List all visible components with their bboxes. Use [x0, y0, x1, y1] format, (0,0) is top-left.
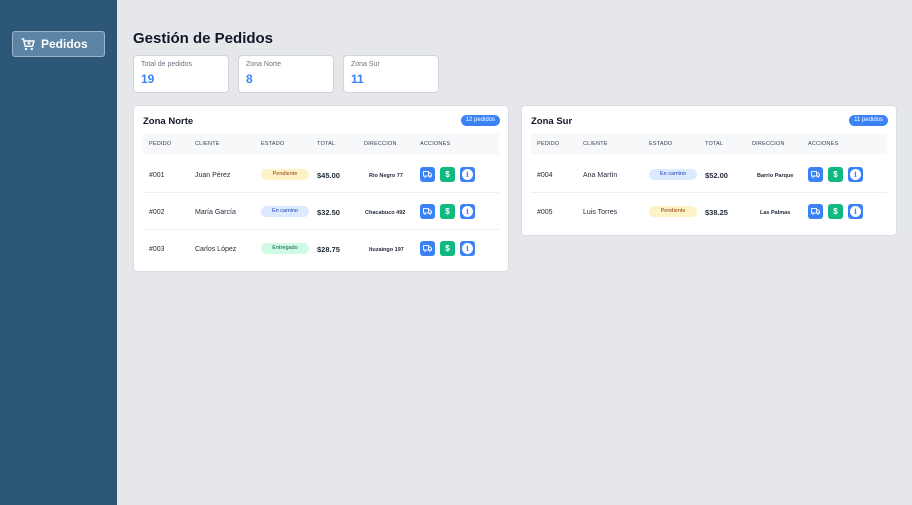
payment-button[interactable]: $ [440, 204, 455, 219]
order-total: $45.00 [317, 171, 340, 180]
table-row: #002 María García En camino $32.50 Chaca… [143, 194, 499, 230]
client-name: Juan Pérez [195, 172, 231, 179]
info-button[interactable]: i [848, 167, 863, 182]
truck-icon [423, 245, 432, 252]
status-badge: En camino [649, 169, 697, 180]
payment-button[interactable]: $ [828, 204, 843, 219]
card-header: Zona Norte 12 pedidos [134, 106, 508, 134]
stat-card-total: Total de pedidos 19 [133, 55, 229, 93]
table-row: #005 Luis Torres Pendiente $38.25 Las Pa… [531, 194, 887, 230]
column-header-acciones: ACCIONES [420, 141, 451, 147]
status-badge: En camino [261, 206, 309, 217]
client-name: Luis Torres [583, 209, 618, 216]
info-icon: i [850, 169, 861, 180]
dispatch-button[interactable] [808, 167, 823, 182]
order-total: $52.00 [705, 171, 728, 180]
card-title: Zona Sur [531, 116, 573, 127]
column-header-total: TOTAL [705, 141, 724, 147]
order-address: Chacabuco 492 [365, 210, 406, 216]
column-header-estado: ESTADO [649, 141, 673, 147]
order-total: $32.50 [317, 208, 340, 217]
truck-icon [811, 208, 820, 215]
dispatch-button[interactable] [808, 204, 823, 219]
order-total: $38.25 [705, 208, 728, 217]
truck-icon [423, 171, 432, 178]
column-header-estado: ESTADO [261, 141, 285, 147]
order-address: Las Palmas [760, 210, 791, 216]
sidebar: Pedidos [0, 0, 117, 505]
info-icon: i [850, 206, 861, 217]
stat-value: 11 [351, 72, 364, 86]
order-address: Barrio Parque [757, 173, 794, 179]
table-header: PEDIDO CLIENTE ESTADO TOTAL DIRECCION AC… [143, 134, 499, 154]
column-header-direccion: DIRECCION [364, 141, 397, 147]
card-title: Zona Norte [143, 116, 194, 127]
dollar-icon: $ [445, 207, 450, 216]
zone-card-sur: Zona Sur 11 pedidos PEDIDO CLIENTE ESTAD… [521, 105, 897, 236]
column-header-total: TOTAL [317, 141, 336, 147]
order-total: $28.75 [317, 245, 340, 254]
info-button[interactable]: i [460, 204, 475, 219]
stat-label: Zona Norte [246, 61, 282, 68]
dollar-icon: $ [445, 170, 450, 179]
card-header: Zona Sur 11 pedidos [522, 106, 896, 134]
client-name: Ana Martín [583, 172, 618, 179]
nav-item-pedidos[interactable]: Pedidos [12, 31, 105, 57]
truck-icon [811, 171, 820, 178]
stat-label: Zona Sur [351, 61, 380, 68]
column-header-cliente: CLIENTE [583, 141, 608, 147]
orders-count-badge: 11 pedidos [849, 115, 888, 126]
dispatch-button[interactable] [420, 204, 435, 219]
stat-value: 19 [141, 72, 155, 86]
order-id: #001 [149, 172, 165, 179]
orders-count-badge: 12 pedidos [460, 115, 500, 126]
zone-card-norte: Zona Norte 12 pedidos PEDIDO CLIENTE EST… [133, 105, 509, 272]
payment-button[interactable]: $ [828, 167, 843, 182]
order-id: #005 [537, 209, 553, 216]
info-icon: i [462, 206, 473, 217]
column-header-cliente: CLIENTE [195, 141, 220, 147]
client-name: María García [195, 209, 236, 216]
info-button[interactable]: i [460, 167, 475, 182]
order-address: Ituzaingo 197 [369, 247, 404, 253]
table-header: PEDIDO CLIENTE ESTADO TOTAL DIRECCION AC… [531, 134, 887, 154]
truck-icon [423, 208, 432, 215]
stat-card-sur: Zona Sur 11 [343, 55, 439, 93]
order-id: #002 [149, 209, 165, 216]
status-badge: Pendiente [649, 206, 697, 217]
dollar-icon: $ [833, 207, 838, 216]
cart-icon [21, 37, 35, 51]
payment-button[interactable]: $ [440, 241, 455, 256]
stat-label: Total de pedidos [141, 61, 192, 68]
payment-button[interactable]: $ [440, 167, 455, 182]
dispatch-button[interactable] [420, 241, 435, 256]
info-button[interactable]: i [460, 241, 475, 256]
table-row: #001 Juan Pérez Pendiente $45.00 Rio Neg… [143, 157, 499, 193]
page-title: Gestión de Pedidos [133, 30, 274, 47]
stat-card-norte: Zona Norte 8 [238, 55, 334, 93]
info-button[interactable]: i [848, 204, 863, 219]
status-badge: Pendiente [261, 169, 309, 180]
column-header-acciones: ACCIONES [808, 141, 839, 147]
dispatch-button[interactable] [420, 167, 435, 182]
dollar-icon: $ [445, 244, 450, 253]
info-icon: i [462, 169, 473, 180]
dollar-icon: $ [833, 170, 838, 179]
status-badge: Entregado [261, 243, 309, 254]
nav-item-label: Pedidos [41, 37, 88, 51]
column-header-direccion: DIRECCION [752, 141, 785, 147]
order-id: #003 [149, 246, 165, 253]
order-address: Rio Negro 77 [369, 173, 403, 179]
info-icon: i [462, 243, 473, 254]
column-header-pedido: PEDIDO [149, 141, 172, 147]
table-row: #003 Carlos López Entregado $28.75 Ituza… [143, 231, 499, 267]
order-id: #004 [537, 172, 553, 179]
column-header-pedido: PEDIDO [537, 141, 560, 147]
table-row: #004 Ana Martín En camino $52.00 Barrio … [531, 157, 887, 193]
stat-value: 8 [246, 72, 253, 86]
client-name: Carlos López [195, 246, 237, 253]
